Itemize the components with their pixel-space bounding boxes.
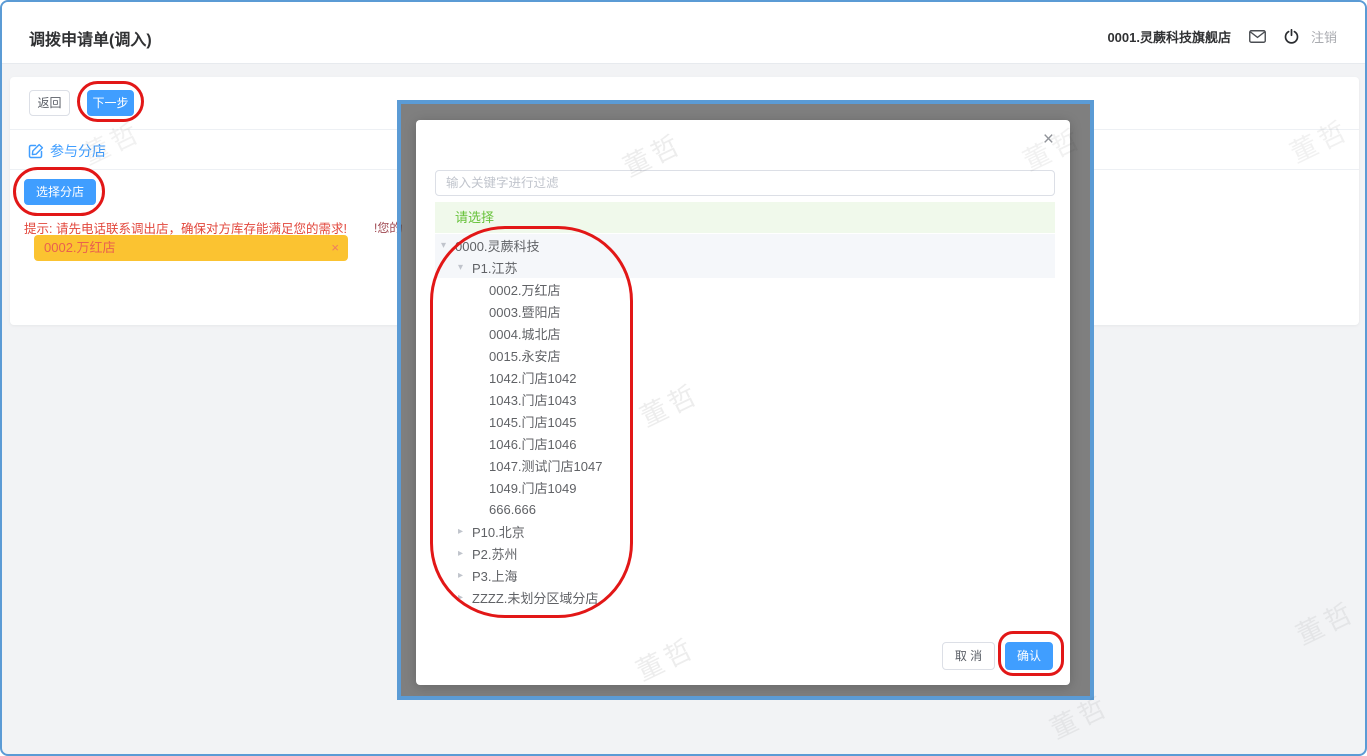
- tree-node[interactable]: ▸ P10.北京: [435, 520, 1055, 542]
- tree-node-label: P1.江苏: [472, 260, 518, 276]
- header-right: 0001.灵蕨科技旗舰店 注销: [1107, 26, 1337, 46]
- tree-node-label: 1043.门店1043: [489, 392, 577, 408]
- watermark: 董哲: [1291, 596, 1361, 651]
- please-select-banner: 请选择: [435, 202, 1055, 233]
- tree-node-label: 0000.灵蕨科技: [455, 238, 540, 254]
- selected-store-tag-label: 0002.万红店: [44, 240, 116, 255]
- tree-node[interactable]: 0003.暨阳店: [435, 300, 1055, 322]
- tree-node-label: 1046.门店1046: [489, 436, 577, 452]
- tree-node-label: 1042.门店1042: [489, 370, 577, 386]
- tree-node-label: P3.上海: [472, 568, 518, 584]
- tree-node[interactable]: ▾ P1.江苏: [435, 256, 1055, 278]
- tree-node[interactable]: ▸ ZZZZ.未划分区域分店: [435, 586, 1055, 608]
- caret-right-icon[interactable]: ▸: [458, 592, 472, 603]
- power-icon[interactable]: [1284, 28, 1299, 44]
- tree-node-label: 666.666: [489, 501, 536, 517]
- tree-node[interactable]: 0002.万红店: [435, 278, 1055, 300]
- watermark: 董哲: [631, 632, 701, 687]
- select-store-button[interactable]: 选择分店: [24, 179, 96, 205]
- mail-icon[interactable]: [1249, 29, 1266, 43]
- tree-node-label: 0015.永安店: [489, 348, 561, 364]
- tree-node[interactable]: 1042.门店1042: [435, 366, 1055, 388]
- tree-node[interactable]: 1043.门店1043: [435, 388, 1055, 410]
- section-title: 参与分店: [50, 143, 106, 159]
- select-store-dialog: × 请选择 ▾0000.灵蕨科技▾P1.江苏0002.万红店0003.暨阳店00…: [416, 120, 1070, 687]
- tree-node-label: 1045.门店1045: [489, 414, 577, 430]
- app-window: 调拨申请单(调入) 0001.灵蕨科技旗舰店 注销 返回 下一步 参与分店 选择…: [0, 0, 1367, 756]
- tree-node[interactable]: 1046.门店1046: [435, 432, 1055, 454]
- dialog-footer: 取 消 确认: [942, 642, 1053, 670]
- tree-node[interactable]: 0004.城北店: [435, 322, 1055, 344]
- store-tree: ▾ 0000.灵蕨科技 ▾ P1.江苏 0002.万红店 0003.暨阳店 0004.城北店…: [435, 234, 1055, 608]
- tree-node-label: 0002.万红店: [489, 282, 561, 298]
- tree-node[interactable]: 1047.测试门店1047: [435, 454, 1055, 476]
- tree-node-label: P2.苏州: [472, 546, 518, 562]
- caret-right-icon[interactable]: ▸: [458, 570, 472, 581]
- tree-node[interactable]: ▸ P2.苏州: [435, 542, 1055, 564]
- tree-node[interactable]: ▾ 0000.灵蕨科技: [435, 234, 1055, 256]
- selected-store-tag: 0002.万红店 ×: [34, 235, 348, 261]
- tree-node[interactable]: 1045.门店1045: [435, 410, 1055, 432]
- tree-node-label: P10.北京: [472, 524, 525, 540]
- caret-down-icon[interactable]: ▾: [441, 240, 455, 251]
- tree-node-label: 1049.门店1049: [489, 480, 577, 496]
- logout-link[interactable]: 注销: [1311, 27, 1337, 46]
- edit-icon: [28, 143, 44, 159]
- confirm-button[interactable]: 确认: [1005, 642, 1053, 670]
- tree-node-label: 0004.城北店: [489, 326, 561, 342]
- tag-close-icon[interactable]: ×: [331, 235, 339, 261]
- tree-node[interactable]: 666.666: [435, 498, 1055, 520]
- tree-node-label: ZZZZ.未划分区域分店: [472, 590, 599, 606]
- section-title-row: 参与分店: [28, 141, 106, 161]
- filter-input[interactable]: [435, 170, 1055, 196]
- caret-right-icon[interactable]: ▸: [458, 526, 472, 537]
- header: 调拨申请单(调入) 0001.灵蕨科技旗舰店 注销: [2, 2, 1365, 64]
- cancel-button[interactable]: 取 消: [942, 642, 995, 670]
- caret-right-icon[interactable]: ▸: [458, 548, 472, 559]
- modal-screenshot-region: !您的 董哲 × 请选择 ▾0000.灵蕨科技▾P1.江苏0002.万红店000…: [397, 100, 1094, 700]
- close-icon[interactable]: ×: [1043, 130, 1054, 150]
- page-title: 调拨申请单(调入): [29, 32, 152, 49]
- back-button[interactable]: 返回: [29, 90, 70, 116]
- tree-node-label: 0003.暨阳店: [489, 304, 561, 320]
- tree-node[interactable]: 1049.门店1049: [435, 476, 1055, 498]
- tree-node[interactable]: 0015.永安店: [435, 344, 1055, 366]
- tree-node[interactable]: ▸ P3.上海: [435, 564, 1055, 586]
- tree-node-label: 1047.测试门店1047: [489, 458, 603, 474]
- next-step-button[interactable]: 下一步: [87, 90, 134, 116]
- caret-down-icon[interactable]: ▾: [458, 262, 472, 273]
- current-shop-label: 0001.灵蕨科技旗舰店: [1107, 29, 1231, 45]
